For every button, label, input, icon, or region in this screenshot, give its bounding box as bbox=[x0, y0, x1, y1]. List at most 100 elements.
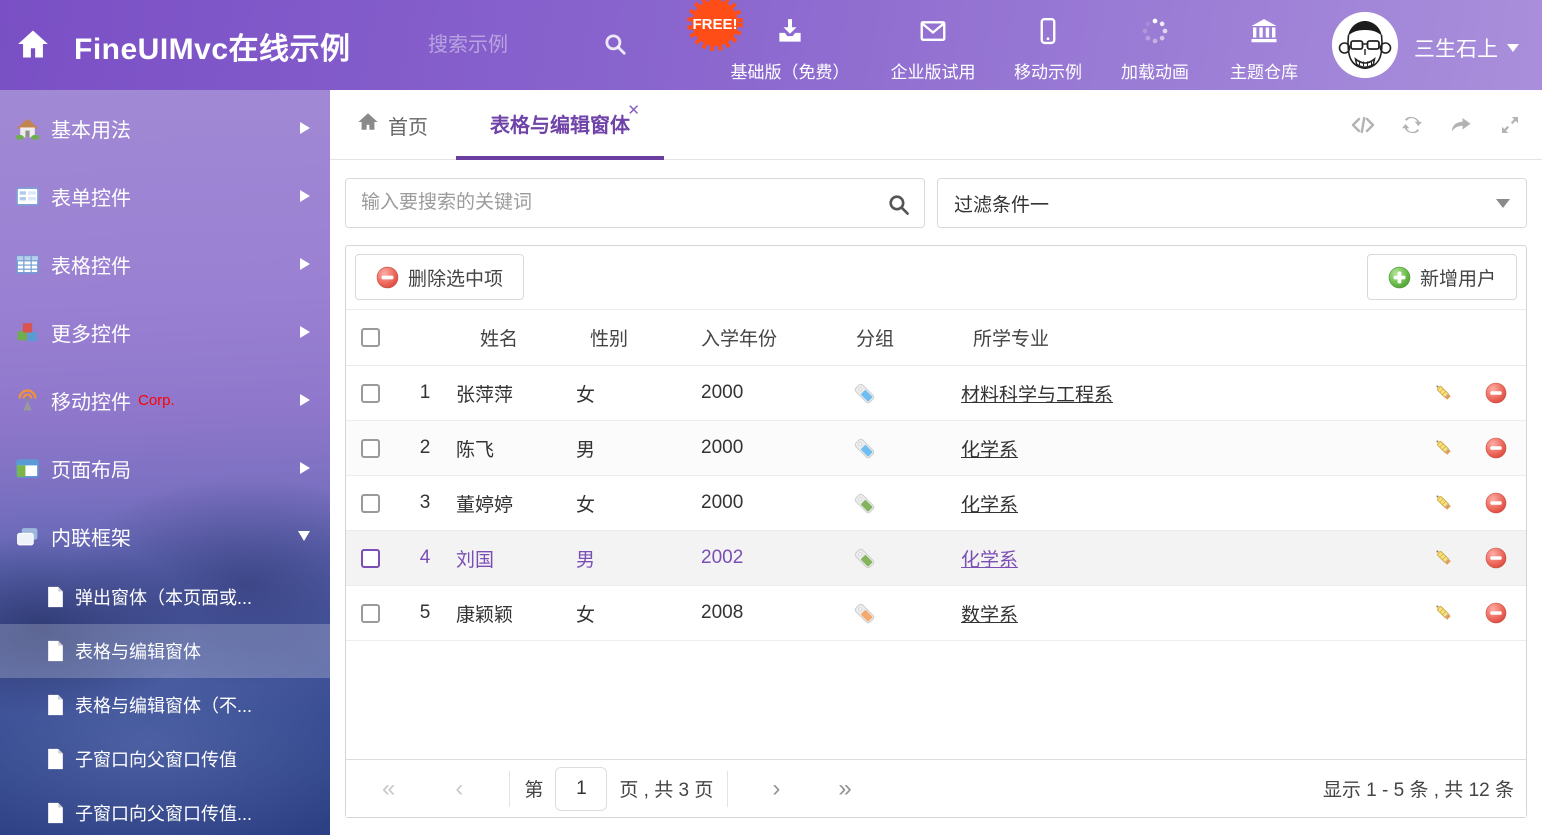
next-page-button[interactable]: › bbox=[772, 777, 780, 801]
nav-label: 加载动画 bbox=[1121, 58, 1189, 83]
column-header-group[interactable]: 分组 bbox=[846, 324, 961, 351]
chevron-down-icon bbox=[298, 531, 310, 541]
delete-button[interactable] bbox=[1466, 382, 1526, 404]
table-row[interactable]: 5 康颖颖 女 2008 数学系 bbox=[346, 586, 1526, 641]
nav-mobile-demo[interactable]: 移动示例 bbox=[993, 0, 1103, 90]
sidebar-item-label: 页面布局 bbox=[51, 454, 131, 483]
header-search-icon[interactable] bbox=[602, 31, 628, 62]
row-checkbox[interactable] bbox=[361, 384, 380, 403]
sidebar-item-iframe[interactable]: 内联框架 bbox=[0, 502, 330, 570]
table-row[interactable]: 2 陈飞 男 2000 化学系 bbox=[346, 421, 1526, 476]
row-checkbox[interactable] bbox=[361, 439, 380, 458]
tab-label: 表格与编辑窗体 bbox=[490, 109, 630, 138]
select-all-checkbox[interactable] bbox=[361, 328, 380, 347]
sidebar-item-page-layout[interactable]: 页面布局 bbox=[0, 434, 330, 502]
sidebar-subitem-label: 表格与编辑窗体 bbox=[75, 638, 201, 664]
cell-gender: 男 bbox=[576, 435, 701, 462]
table-row[interactable]: 3 董婷婷 女 2000 化学系 bbox=[346, 476, 1526, 531]
fullscreen-icon[interactable] bbox=[1498, 113, 1522, 137]
keyword-search-input[interactable] bbox=[346, 179, 924, 227]
row-number: 2 bbox=[394, 437, 456, 459]
tag-icon bbox=[854, 383, 875, 404]
delete-button[interactable] bbox=[1466, 437, 1526, 459]
delete-selected-label: 删除选中项 bbox=[408, 264, 503, 291]
refresh-icon[interactable] bbox=[1400, 113, 1424, 137]
tab-home[interactable]: 首页 bbox=[357, 90, 428, 160]
prev-page-button[interactable]: ‹ bbox=[455, 777, 463, 801]
forward-icon[interactable] bbox=[1449, 113, 1473, 137]
sidebar-item-grid-controls[interactable]: 表格控件 bbox=[0, 230, 330, 298]
user-menu[interactable]: 三生石上 bbox=[1414, 33, 1519, 63]
keyword-search-box bbox=[345, 178, 925, 228]
sidebar-item-basic-usage[interactable]: 基本用法 bbox=[0, 94, 330, 162]
add-user-button[interactable]: 新增用户 bbox=[1367, 254, 1517, 300]
file-icon bbox=[45, 802, 65, 824]
cell-year: 2000 bbox=[701, 382, 846, 404]
first-page-button[interactable]: « bbox=[382, 777, 395, 801]
nav-theme-store[interactable]: 主题仓库 bbox=[1209, 0, 1319, 90]
code-icon[interactable] bbox=[1351, 113, 1375, 137]
delete-button[interactable] bbox=[1466, 492, 1526, 514]
page-prefix: 第 bbox=[524, 775, 543, 802]
pagination-bar: « ‹ 第 页 , 共 3 页 › » 显示 1 - 5 条 , 共 12 条 bbox=[346, 759, 1526, 817]
row-checkbox[interactable] bbox=[361, 549, 380, 568]
sidebar-subitem-label: 弹出窗体（本页面或... bbox=[75, 584, 252, 610]
sidebar-subitem-grid-edit-window[interactable]: 表格与编辑窗体 bbox=[0, 624, 330, 678]
logo-home-icon[interactable] bbox=[16, 27, 50, 66]
sidebar-item-form-controls[interactable]: 表单控件 bbox=[0, 162, 330, 230]
edit-button[interactable] bbox=[1421, 492, 1466, 514]
edit-button[interactable] bbox=[1421, 382, 1466, 404]
table-row[interactable]: 1 张萍萍 女 2000 材料科学与工程系 bbox=[346, 366, 1526, 421]
major-link[interactable]: 数学系 bbox=[961, 605, 1018, 626]
major-link[interactable]: 材料科学与工程系 bbox=[961, 385, 1113, 406]
table-row-selected[interactable]: 4 刘国 男 2002 化学系 bbox=[346, 531, 1526, 586]
nav-enterprise-trial[interactable]: 企业版试用 bbox=[868, 0, 998, 90]
delete-button[interactable] bbox=[1466, 602, 1526, 624]
row-number: 3 bbox=[394, 492, 456, 514]
last-page-button[interactable]: » bbox=[838, 777, 851, 801]
envelope-icon bbox=[918, 16, 948, 51]
user-avatar[interactable] bbox=[1332, 12, 1398, 78]
chevron-right-icon bbox=[300, 462, 310, 474]
column-header-name[interactable]: 姓名 bbox=[456, 324, 576, 351]
header-search-input[interactable] bbox=[428, 24, 593, 66]
major-link[interactable]: 化学系 bbox=[961, 550, 1018, 571]
column-header-major[interactable]: 所学专业 bbox=[961, 324, 1421, 351]
row-checkbox[interactable] bbox=[361, 494, 380, 513]
sidebar-item-label: 移动控件 bbox=[51, 386, 131, 415]
sidebar-subitem-child-to-parent[interactable]: 子窗口向父窗口传值 bbox=[0, 732, 330, 786]
phone-icon bbox=[1033, 16, 1063, 51]
sidebar-item-more-controls[interactable]: 更多控件 bbox=[0, 298, 330, 366]
page-number-input[interactable] bbox=[555, 767, 607, 811]
delete-button[interactable] bbox=[1466, 547, 1526, 569]
app-header: FineUIMvc在线示例 FREE! 基础版（免费） 企业版试用 bbox=[0, 0, 1542, 90]
page-suffix: 页 , 共 3 页 bbox=[619, 775, 713, 802]
sidebar-subitem-grid-edit-window-2[interactable]: 表格与编辑窗体（不... bbox=[0, 678, 330, 732]
sidebar-subitem-popup-window[interactable]: 弹出窗体（本页面或... bbox=[0, 570, 330, 624]
filter-dropdown[interactable]: 过滤条件一 bbox=[937, 178, 1527, 228]
column-header-year[interactable]: 入学年份 bbox=[701, 324, 846, 351]
nav-basic-edition[interactable]: 基础版（免费） bbox=[715, 0, 865, 90]
close-icon[interactable]: ✕ bbox=[627, 103, 640, 118]
layout-icon bbox=[14, 456, 40, 481]
column-header-gender[interactable]: 性别 bbox=[576, 324, 701, 351]
file-icon bbox=[45, 586, 65, 608]
search-icon[interactable] bbox=[886, 192, 911, 222]
sidebar-subitem-child-to-parent-2[interactable]: 子窗口向父窗口传值... bbox=[0, 786, 330, 835]
cell-year: 2000 bbox=[701, 437, 846, 459]
delete-selected-button[interactable]: 删除选中项 bbox=[355, 254, 524, 300]
user-name: 三生石上 bbox=[1414, 33, 1498, 63]
major-link[interactable]: 化学系 bbox=[961, 495, 1018, 516]
major-link[interactable]: 化学系 bbox=[961, 440, 1018, 461]
edit-button[interactable] bbox=[1421, 602, 1466, 624]
sidebar-item-label: 更多控件 bbox=[51, 318, 131, 347]
cell-gender: 男 bbox=[576, 545, 701, 572]
edit-button[interactable] bbox=[1421, 437, 1466, 459]
edit-button[interactable] bbox=[1421, 547, 1466, 569]
row-number: 1 bbox=[394, 382, 456, 404]
tab-label: 首页 bbox=[388, 111, 428, 140]
row-checkbox[interactable] bbox=[361, 604, 380, 623]
nav-loading-animation[interactable]: 加载动画 bbox=[1100, 0, 1210, 90]
sidebar-item-mobile-controls[interactable]: 移动控件 Corp. bbox=[0, 366, 330, 434]
tab-grid-edit-window[interactable]: 表格与编辑窗体 ✕ bbox=[456, 90, 664, 160]
